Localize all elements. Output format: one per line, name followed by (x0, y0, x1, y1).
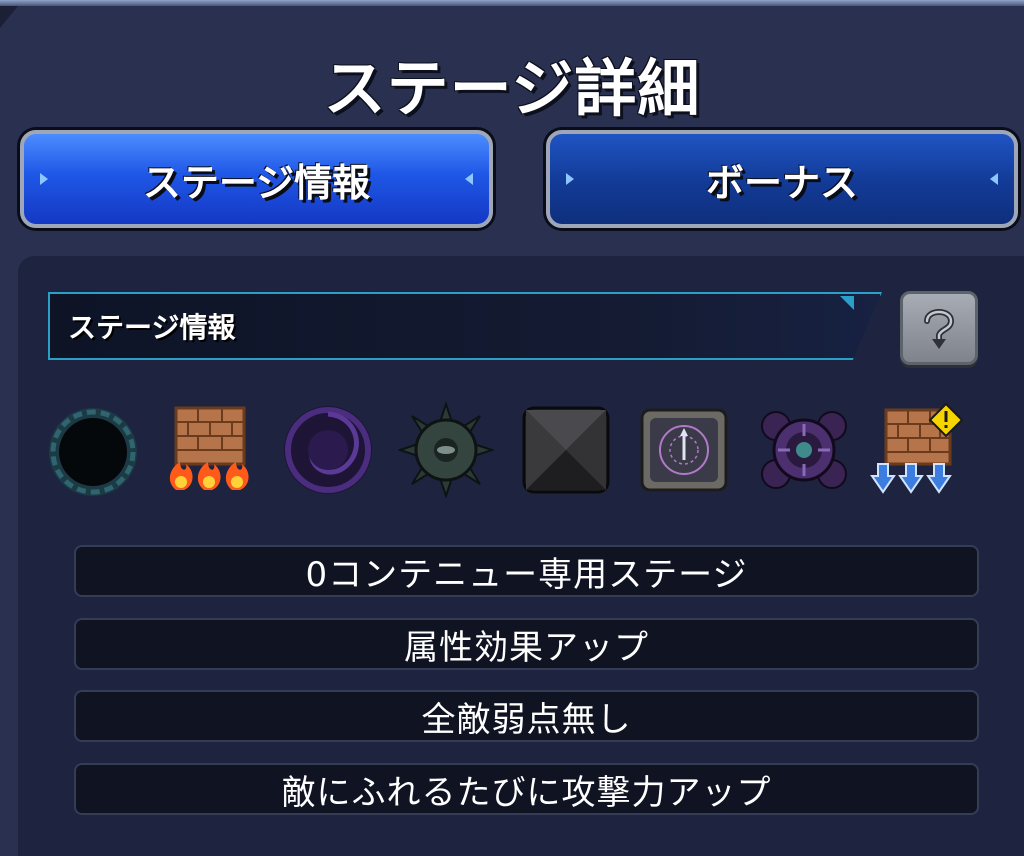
question-icon (924, 309, 955, 349)
stage-rule-row: 全敵弱点無し (74, 690, 979, 742)
tab-label: ステージ情報 (142, 160, 371, 205)
help-button[interactable] (900, 291, 978, 365)
vortex-icon (280, 402, 376, 498)
tab-left-marker (566, 173, 574, 185)
top-frame-line (0, 0, 1024, 6)
stage-rule-row: 属性効果アップ (74, 618, 979, 670)
stage-rule-row: 0コンテニュー専用ステージ (74, 545, 979, 597)
page-title: ステージ詳細 (323, 52, 701, 125)
section-header: ステージ情報 (48, 292, 882, 360)
pyramid-block-icon (518, 402, 614, 498)
header-notch (840, 296, 854, 310)
frame-corner (0, 6, 18, 28)
black-hole-icon (45, 402, 141, 498)
gravity-barrier-icon (756, 402, 852, 498)
magic-panel-icon (636, 402, 732, 498)
ice-wall-warning-icon (868, 402, 964, 498)
tab-right-marker (990, 173, 998, 185)
stage-rule-row: 敵にふれるたびに攻撃力アップ (74, 763, 979, 815)
tab-right-marker (465, 173, 473, 185)
tab-label: ボーナス (705, 160, 858, 205)
spiked-mine-icon (398, 402, 494, 498)
tab-stage-info[interactable]: ステージ情報 (20, 130, 493, 228)
fire-wall-icon (162, 402, 258, 498)
section-label: ステージ情報 (68, 311, 236, 344)
tab-left-marker (40, 173, 48, 185)
tab-bonus[interactable]: ボーナス (546, 130, 1018, 228)
